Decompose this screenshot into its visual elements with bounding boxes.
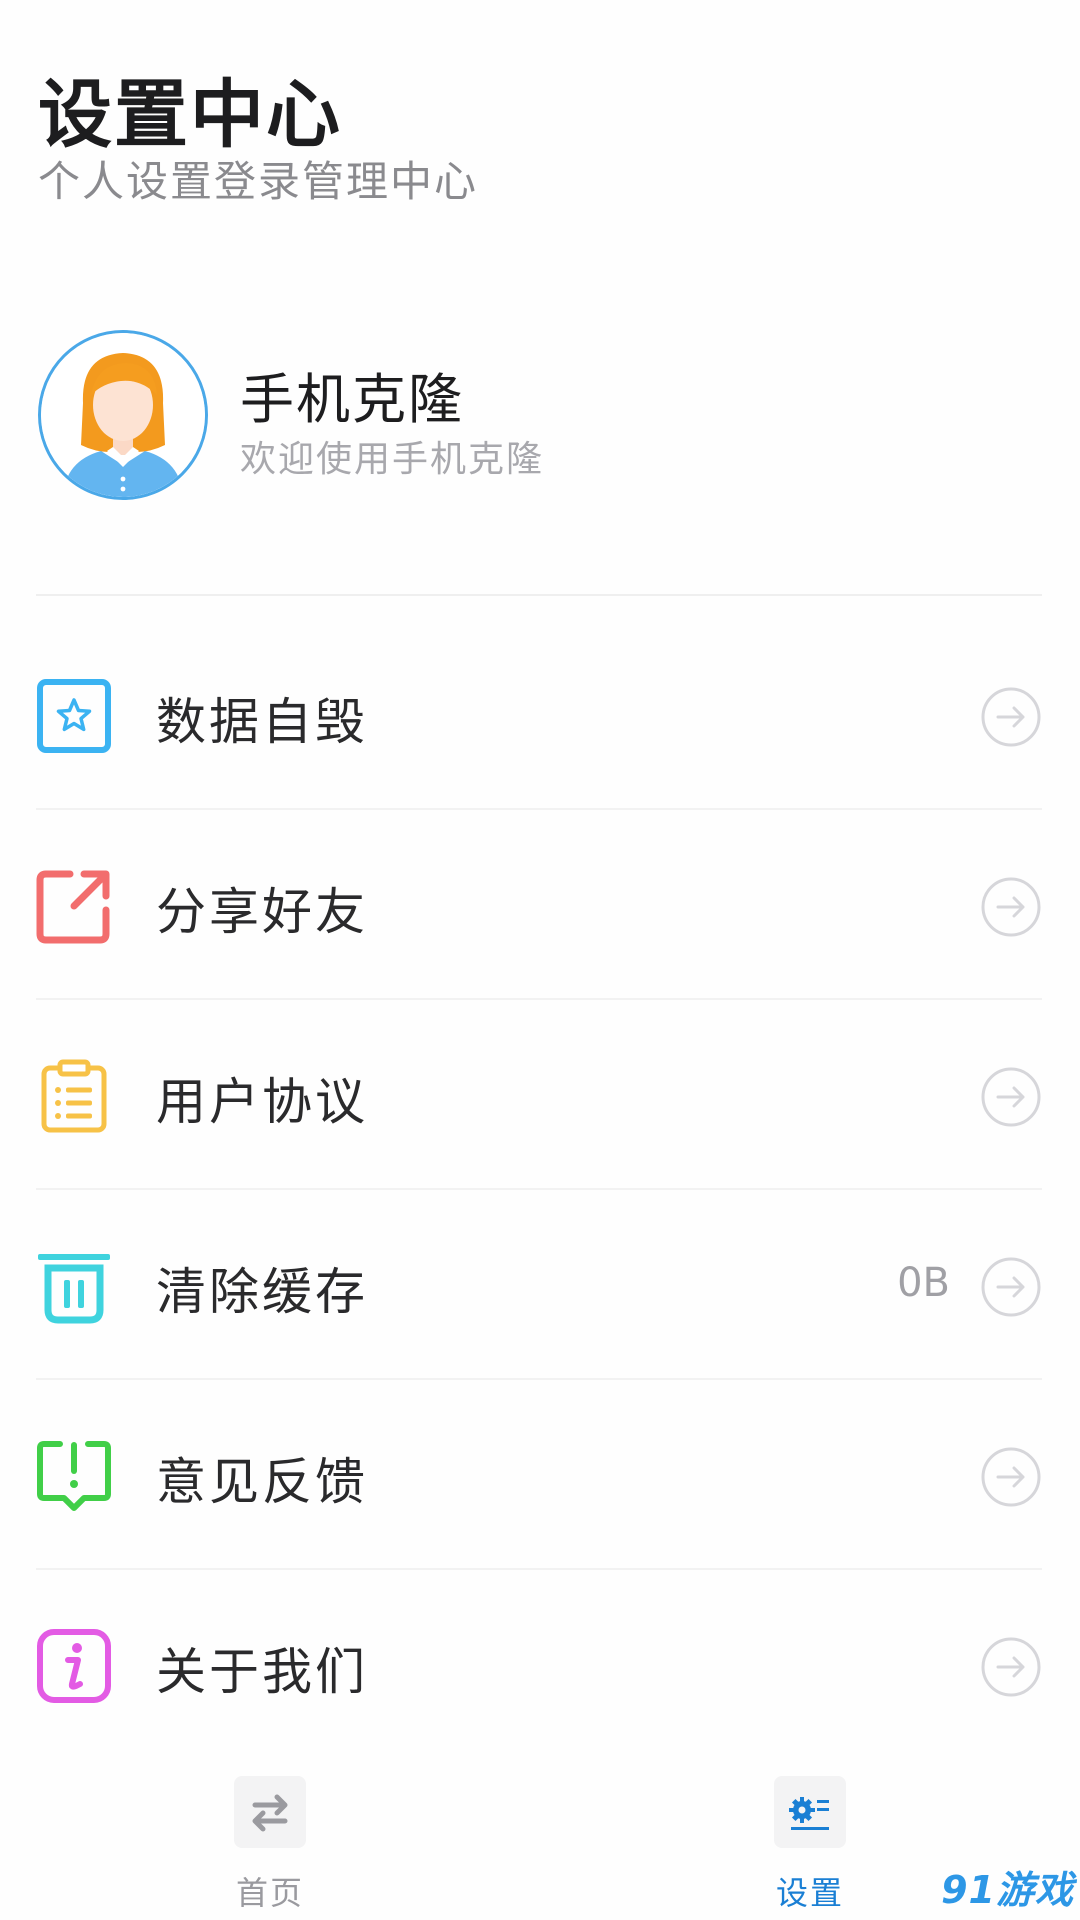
star-icon — [36, 678, 112, 754]
arrow-right-circle-icon — [980, 686, 1042, 748]
clipboard-icon — [36, 1058, 112, 1134]
menu-label: 意见反馈 — [156, 1453, 368, 1511]
page-title: 设置中心 — [38, 72, 342, 158]
tab-settings[interactable]: 设置 — [710, 1760, 910, 1920]
arrow-right-circle-icon — [980, 1256, 1042, 1318]
menu-item-feedback[interactable]: 意见反馈 — [36, 1380, 1042, 1570]
tab-home[interactable]: 首页 — [170, 1760, 370, 1920]
menu-item-user-agreement[interactable]: 用户协议 — [36, 1000, 1042, 1190]
bottom-tab-bar: 首页 设置 — [0, 1760, 1080, 1920]
cache-size-value: 0B — [897, 1260, 950, 1306]
menu-item-share-friends[interactable]: 分享好友 — [36, 810, 1042, 1000]
profile-name: 手机克隆 — [240, 368, 464, 431]
feedback-icon — [36, 1438, 112, 1514]
arrow-right-circle-icon — [980, 1446, 1042, 1508]
menu-item-data-destroy[interactable]: 数据自毁 — [36, 620, 1042, 810]
trash-icon — [36, 1248, 112, 1324]
divider — [36, 594, 1042, 596]
female-avatar-icon — [38, 330, 208, 500]
settings-menu: 数据自毁 分享好友 用户协议 清除缓存 0B 意见反馈 关于我们 — [36, 620, 1042, 1758]
page-subtitle: 个人设置登录管理中心 — [38, 157, 479, 206]
info-icon — [36, 1628, 112, 1704]
profile-card[interactable]: 手机克隆 欢迎使用手机克隆 — [38, 330, 1038, 500]
settings-gear-icon — [774, 1776, 846, 1848]
swap-arrows-icon — [234, 1776, 306, 1848]
menu-label: 数据自毁 — [156, 693, 368, 751]
arrow-right-circle-icon — [980, 1066, 1042, 1128]
profile-description: 欢迎使用手机克隆 — [240, 439, 545, 480]
settings-page: 设置中心 个人设置登录管理中心 手机克隆 欢迎使用手机克隆 数据自毁 分享好友 … — [0, 0, 1080, 1920]
tab-label: 设置 — [775, 1874, 844, 1912]
menu-label: 清除缓存 — [156, 1263, 368, 1321]
menu-item-clear-cache[interactable]: 清除缓存 0B — [36, 1190, 1042, 1380]
arrow-right-circle-icon — [980, 1636, 1042, 1698]
menu-item-about-us[interactable]: 关于我们 — [36, 1570, 1042, 1758]
menu-label: 关于我们 — [156, 1643, 368, 1701]
arrow-right-circle-icon — [980, 876, 1042, 938]
tab-label: 首页 — [235, 1874, 304, 1912]
share-icon — [36, 868, 112, 944]
menu-label: 分享好友 — [156, 883, 368, 941]
menu-label: 用户协议 — [156, 1073, 368, 1131]
watermark-logo: 91游戏 — [941, 1868, 1074, 1912]
